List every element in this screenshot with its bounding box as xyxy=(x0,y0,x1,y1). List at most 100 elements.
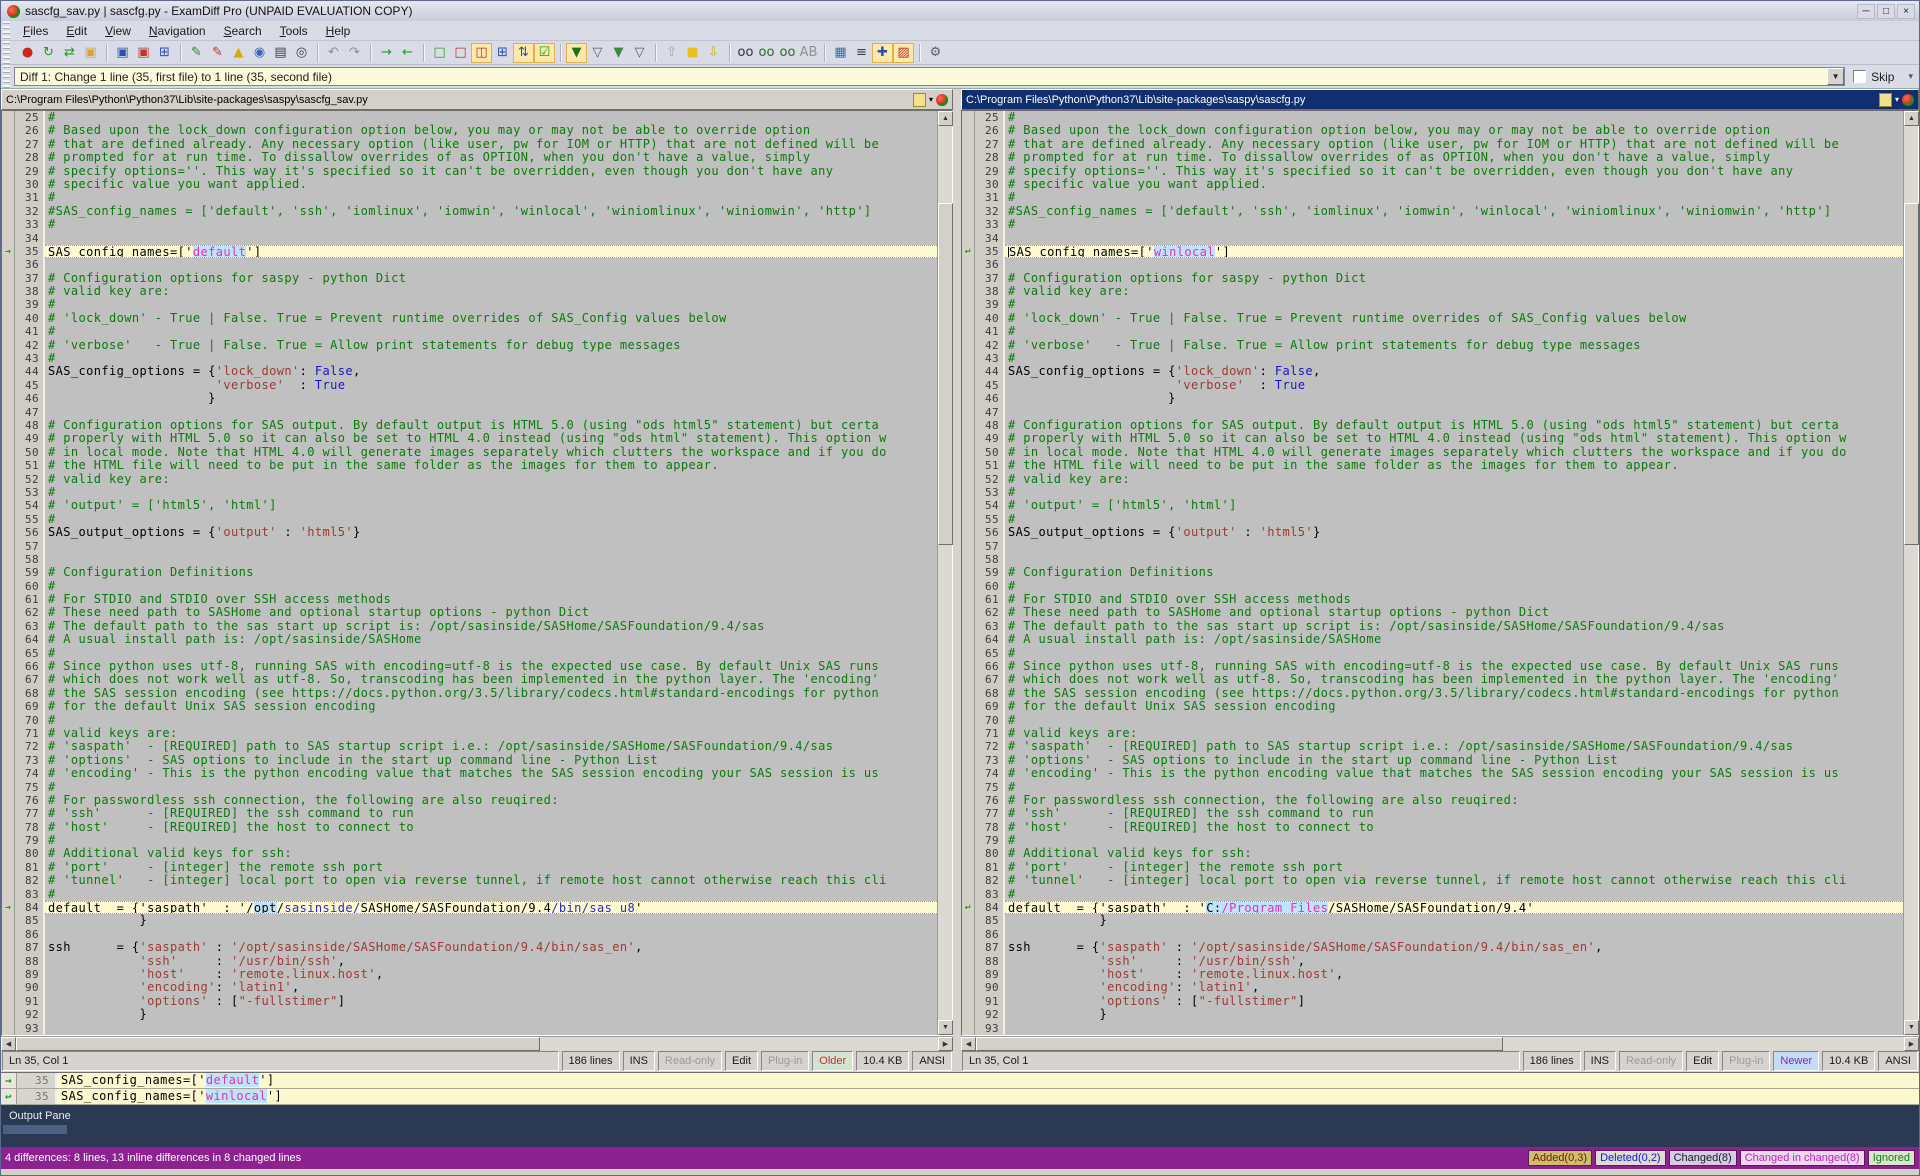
code-line[interactable]: 76# For passwordless ssh connection, the… xyxy=(962,794,1903,807)
code-line[interactable]: 36 xyxy=(2,258,937,271)
code-line[interactable]: 86 xyxy=(2,928,937,941)
find-icon[interactable]: oo xyxy=(735,43,756,63)
line-inspector-icon[interactable]: ≡ xyxy=(851,43,872,63)
code-line[interactable]: 56SAS_output_options = {'output' : 'html… xyxy=(962,526,1903,539)
maximize-button[interactable]: □ xyxy=(1877,4,1895,19)
code-line[interactable]: 53# xyxy=(2,486,937,499)
code-line[interactable]: 31# xyxy=(2,191,937,204)
code-line[interactable]: 86 xyxy=(962,928,1903,941)
code-line[interactable]: 52# valid key are: xyxy=(2,473,937,486)
diff-marker-icon[interactable]: → xyxy=(2,901,15,914)
save-report-icon[interactable]: ▲ xyxy=(228,43,249,63)
code-line[interactable]: 58 xyxy=(962,553,1903,566)
code-line[interactable]: 71# valid keys are: xyxy=(2,727,937,740)
first-file-header[interactable]: C:\Program Files\Python\Python37\Lib\sit… xyxy=(1,89,953,110)
code-line[interactable]: 42# 'verbose' - True | False. True = All… xyxy=(962,339,1903,352)
code-line[interactable]: 68# the SAS session encoding (see https:… xyxy=(2,687,937,700)
code-line[interactable]: 48# Configuration options for SAS output… xyxy=(2,419,937,432)
edit-first-file-icon[interactable]: ✎ xyxy=(186,43,207,63)
open-folder-icon[interactable]: ▣ xyxy=(80,43,101,63)
code-line[interactable]: 40# 'lock_down' - True | False. True = P… xyxy=(2,312,937,325)
code-line[interactable]: 26# Based upon the lock_down configurati… xyxy=(2,124,937,137)
first-file-code[interactable]: 25#26# Based upon the lock_down configur… xyxy=(2,111,937,1035)
code-line[interactable]: 85 } xyxy=(2,914,937,927)
code-line[interactable]: 48# Configuration options for SAS output… xyxy=(962,419,1903,432)
code-line[interactable]: 76# For passwordless ssh connection, the… xyxy=(2,794,937,807)
synchronize-icon[interactable]: ⇅ xyxy=(513,43,534,63)
show-first-only-icon[interactable]: □ xyxy=(429,43,450,63)
menu-item-search[interactable]: Search xyxy=(215,22,271,40)
print-preview-icon[interactable]: ◎ xyxy=(291,43,312,63)
menu-item-help[interactable]: Help xyxy=(317,22,360,40)
code-line[interactable]: →35SAS_config_names=['default'] xyxy=(2,245,937,258)
code-line[interactable]: 87ssh = {'saspath' : '/opt/sasinside/SAS… xyxy=(962,941,1903,954)
code-line[interactable]: 26# Based upon the lock_down configurati… xyxy=(962,124,1903,137)
show-all-panes-icon[interactable]: ⊞ xyxy=(492,43,513,63)
code-line[interactable]: 51# the HTML file will need to be put in… xyxy=(962,459,1903,472)
code-line[interactable]: 38# valid key are: xyxy=(962,285,1903,298)
code-line[interactable]: 92 } xyxy=(2,1008,937,1021)
code-line[interactable]: 81# 'port' - [integer] the remote ssh po… xyxy=(962,861,1903,874)
code-line[interactable]: 37# Configuration options for saspy - py… xyxy=(962,272,1903,285)
code-line[interactable]: 90 'encoding': 'latin1', xyxy=(962,981,1903,994)
code-line[interactable]: 74# 'encoding' - This is the python enco… xyxy=(2,767,937,780)
code-line[interactable]: 39# xyxy=(962,298,1903,311)
code-line[interactable]: ↩35SAS_config_names=['winlocal'] xyxy=(962,245,1903,258)
code-line[interactable]: 75# xyxy=(962,781,1903,794)
menu-item-edit[interactable]: Edit xyxy=(57,22,96,40)
code-line[interactable]: 56SAS_output_options = {'output' : 'html… xyxy=(2,526,937,539)
code-line[interactable]: 39# xyxy=(2,298,937,311)
plugins-icon[interactable]: ✚ xyxy=(872,43,893,63)
code-line[interactable]: 27# that are defined already. Any necess… xyxy=(2,138,937,151)
code-line[interactable]: 90 'encoding': 'latin1', xyxy=(2,981,937,994)
code-line[interactable]: 63# The default path to the sas start up… xyxy=(2,620,937,633)
code-line[interactable]: 55# xyxy=(2,513,937,526)
code-line[interactable]: 91 'options' : ["-fullstimer"] xyxy=(2,995,937,1008)
code-line[interactable]: 72# 'saspath' - [REQUIRED] path to SAS s… xyxy=(962,740,1903,753)
diff-detail-row[interactable]: →35SAS_config_names=['default'] xyxy=(1,1073,1919,1089)
code-line[interactable]: →84default = {'saspath' : '/opt/sasinsid… xyxy=(2,901,937,914)
skip-checkbox[interactable] xyxy=(1853,70,1866,83)
code-line[interactable]: 27# that are defined already. Any necess… xyxy=(962,138,1903,151)
code-line[interactable]: 62# These need path to SASHome and optio… xyxy=(962,606,1903,619)
code-line[interactable]: 61# For STDIO and STDIO over SSH access … xyxy=(2,593,937,606)
code-line[interactable]: 70# xyxy=(2,714,937,727)
code-line[interactable]: 73# 'options' - SAS options to include i… xyxy=(2,754,937,767)
code-line[interactable]: 85 } xyxy=(962,914,1903,927)
swap-panes-icon[interactable]: ⇄ xyxy=(59,43,80,63)
code-line[interactable]: 66# Since python uses utf-8, running SAS… xyxy=(2,660,937,673)
scroll-down-icon[interactable]: ▼ xyxy=(938,1020,953,1035)
code-line[interactable]: 64# A usual install path is: /opt/sasins… xyxy=(962,633,1903,646)
code-line[interactable]: 29# specify options=''. This way it's sp… xyxy=(962,165,1903,178)
code-line[interactable]: 91 'options' : ["-fullstimer"] xyxy=(962,995,1903,1008)
code-line[interactable]: 82# 'tunnel' - [integer] local port to o… xyxy=(2,874,937,887)
code-line[interactable]: 59# Configuration Definitions xyxy=(962,566,1903,579)
second-file-header-caret-icon[interactable]: ▾ xyxy=(1895,95,1899,104)
code-line[interactable]: 51# the HTML file will need to be put in… xyxy=(2,459,937,472)
code-line[interactable]: 67# which does not work well as utf-8. S… xyxy=(962,673,1903,686)
code-line[interactable]: 44SAS_config_options = {'lock_down': Fal… xyxy=(2,365,937,378)
code-line[interactable]: 64# A usual install path is: /opt/sasins… xyxy=(2,633,937,646)
code-line[interactable]: 92 } xyxy=(962,1008,1903,1021)
code-line[interactable]: 75# xyxy=(2,781,937,794)
print-icon[interactable]: ▤ xyxy=(270,43,291,63)
show-options-icon[interactable]: ☑ xyxy=(534,43,555,63)
first-file-hscrollbar[interactable]: ◀ ▶ xyxy=(1,1036,953,1050)
code-line[interactable]: 88 'ssh' : '/usr/bin/ssh', xyxy=(962,955,1903,968)
code-line[interactable]: 80# Additional valid keys for ssh: xyxy=(962,847,1903,860)
show-all-lines-filter-icon[interactable]: ▼ xyxy=(566,43,587,63)
code-line[interactable]: 33# xyxy=(2,218,937,231)
code-line[interactable]: 47 xyxy=(962,406,1903,419)
code-line[interactable]: 71# valid keys are: xyxy=(962,727,1903,740)
code-line[interactable]: 43# xyxy=(962,352,1903,365)
next-diff-icon[interactable]: → xyxy=(376,43,397,63)
close-button[interactable]: × xyxy=(1897,4,1915,19)
code-line[interactable]: 45 'verbose' : True xyxy=(962,379,1903,392)
code-line[interactable]: 68# the SAS session encoding (see https:… xyxy=(962,687,1903,700)
code-line[interactable]: 61# For STDIO and STDIO over SSH access … xyxy=(962,593,1903,606)
scroll-right-icon[interactable]: ▶ xyxy=(938,1037,953,1051)
code-line[interactable]: 57 xyxy=(962,540,1903,553)
code-line[interactable]: 55# xyxy=(962,513,1903,526)
show-second-only-icon[interactable]: □ xyxy=(450,43,471,63)
edit-second-file-icon[interactable]: ✎ xyxy=(207,43,228,63)
